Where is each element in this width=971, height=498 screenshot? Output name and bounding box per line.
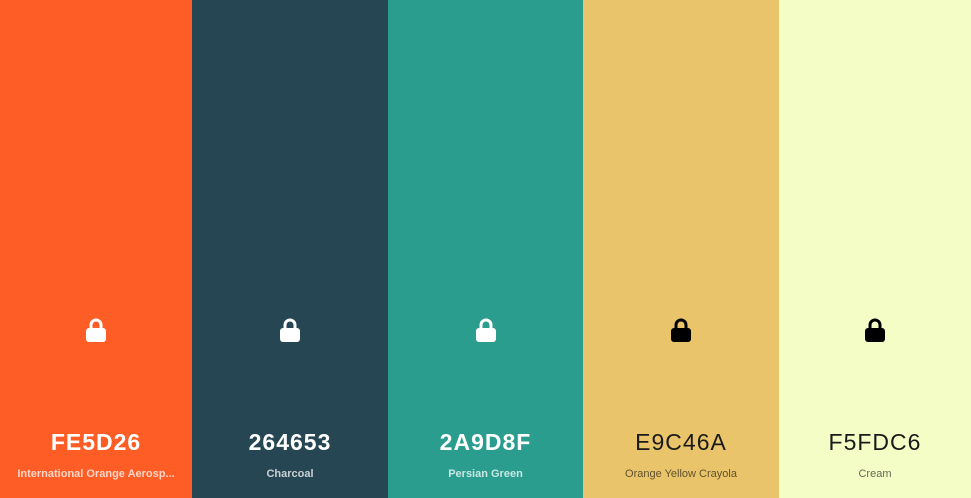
lock-icon[interactable] <box>670 317 692 343</box>
swatch-e9c46a[interactable]: E9C46A Orange Yellow Crayola <box>583 0 779 498</box>
hex-code[interactable]: 2A9D8F <box>388 429 583 456</box>
lock-icon[interactable] <box>475 317 497 343</box>
lock-icon[interactable] <box>864 317 886 343</box>
swatch-2a9d8f[interactable]: 2A9D8F Persian Green <box>388 0 583 498</box>
swatch-fe5d26[interactable]: FE5D26 International Orange Aerosp... <box>0 0 192 498</box>
color-name: International Orange Aerosp... <box>17 468 175 480</box>
hex-code[interactable]: F5FDC6 <box>779 429 971 456</box>
hex-code[interactable]: FE5D26 <box>0 429 192 456</box>
hex-code[interactable]: 264653 <box>192 429 388 456</box>
color-name: Orange Yellow Crayola <box>625 468 737 480</box>
lock-icon[interactable] <box>85 317 107 343</box>
color-name: Charcoal <box>266 468 314 480</box>
swatch-f5fdc6[interactable]: F5FDC6 Cream <box>779 0 971 498</box>
swatch-264653[interactable]: 264653 Charcoal <box>192 0 388 498</box>
color-palette: FE5D26 International Orange Aerosp... 26… <box>0 0 971 498</box>
hex-code[interactable]: E9C46A <box>583 429 779 456</box>
color-name: Cream <box>858 468 892 480</box>
lock-icon[interactable] <box>279 317 301 343</box>
color-name: Persian Green <box>448 468 523 480</box>
